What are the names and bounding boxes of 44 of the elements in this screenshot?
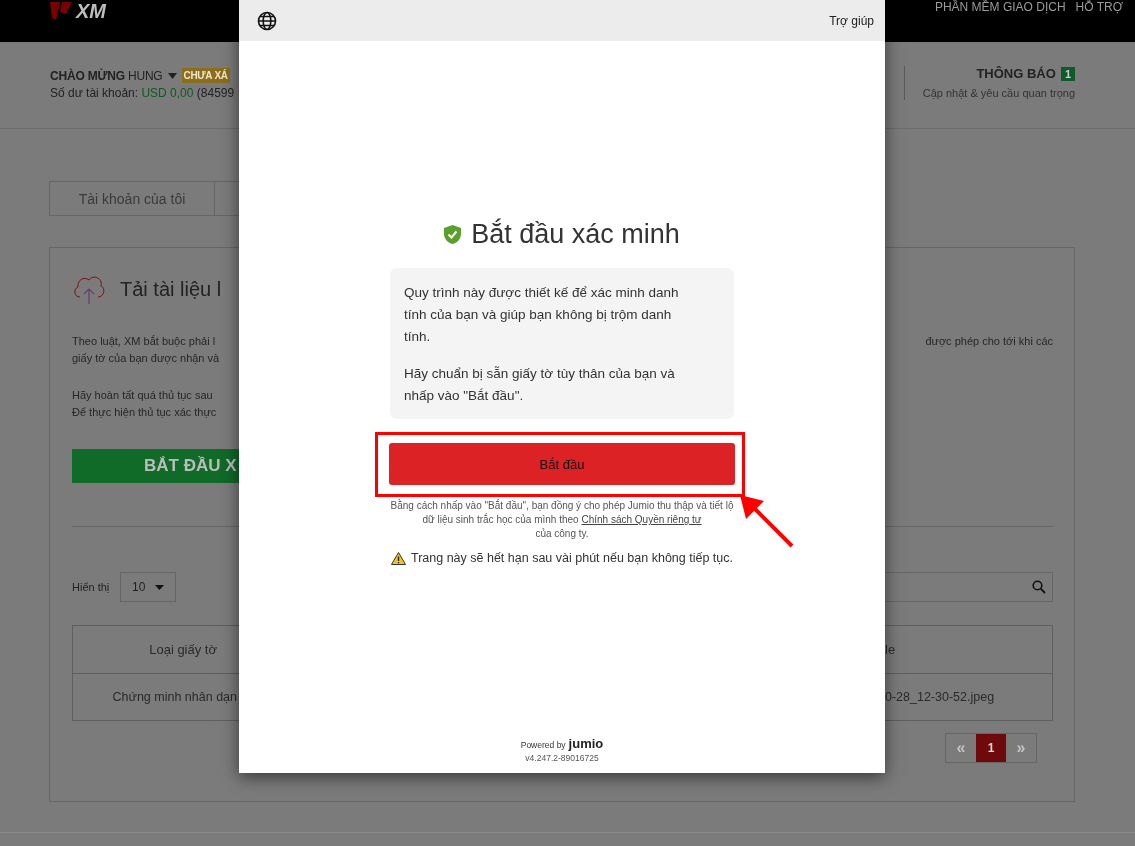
status-badge: CHƯA XÁ <box>181 68 230 83</box>
column-header: Loại giấy tờ <box>148 641 218 659</box>
caret-icon[interactable] <box>155 584 165 590</box>
brand-logo: jumio <box>568 736 604 751</box>
account-balance: Số dư tài khoản: USD 0,00 (84599 <box>50 86 235 100</box>
intro-text: giấy tờ của bạn được nhận và <box>72 351 221 366</box>
info-text: Hãy chuẩn bị sẵn giấy tờ tùy thân của bạn và nhấp vào "Bắt đầu". <box>404 365 676 405</box>
start-button[interactable]: Bắt đầu <box>389 443 735 485</box>
warning-text: Trang này sẽ hết hạn sau vài phút nếu bạn không tiếp tục. <box>411 551 733 565</box>
card-title: Tải tài liệu l <box>120 277 222 301</box>
caret-icon[interactable] <box>167 72 177 79</box>
warning-icon <box>391 551 406 565</box>
consent-text: Bằng cách nhấp vào "Bắt đầu", bạn đồng ý cho phép Jumio thu thập và tiết lộ dữ liệu sinh trắc học của mình theo Chính sách Quyền riêng tư của công ty. <box>389 499 735 541</box>
page-button[interactable]: « <box>946 734 976 762</box>
cloud-upload-icon <box>72 273 106 305</box>
page-button[interactable]: » <box>1006 734 1036 762</box>
pointer-arrow <box>740 495 794 548</box>
column-header: le <box>885 641 897 659</box>
instruction-text: Để thực hiện thủ tục xác thực <box>72 405 218 420</box>
search-icon[interactable] <box>1032 580 1046 594</box>
notifications-title[interactable]: THÔNG BÁO <box>976 66 1056 81</box>
help-link[interactable]: Trợ giúp <box>829 13 874 28</box>
version-text: v4.247.2-89016725 <box>525 753 599 763</box>
nav-link[interactable]: HỖ TRỢ <box>1075 0 1123 14</box>
intro-text: được phép cho tới khi các <box>925 334 1053 349</box>
page-size-select[interactable]: 10 <box>120 572 177 602</box>
search-field[interactable] <box>885 572 1053 602</box>
brand-logo[interactable]: XM <box>76 1 106 21</box>
dialog-title: Bắt đầu xác minh <box>471 219 680 250</box>
shield-check-icon <box>444 225 462 244</box>
instruction-text: Hãy hoàn tất quá thủ tục sau <box>72 388 214 403</box>
globe-icon[interactable] <box>257 10 277 31</box>
powered-by-text: Powered by <box>520 740 566 750</box>
page-button[interactable]: 1 <box>976 734 1006 762</box>
info-text: Quy trình này được thiết kế để xác minh danh tính của bạn và giúp bạn không bị trộm danh tính. <box>404 284 680 346</box>
start-verification-button[interactable]: BẮT ĐẦU X <box>72 449 239 483</box>
show-label: Hiển thị <box>72 581 110 593</box>
tab[interactable]: Tài khoản của tôi <box>49 181 215 216</box>
notification-count: 1 <box>1060 66 1075 81</box>
welcome-text: CHÀO MỪNG HUNG <box>50 68 163 83</box>
notifications-subtitle: Cập nhật & yêu cầu quan trọng <box>922 87 1075 99</box>
nav-link[interactable]: PHẦN MỀM GIAO DỊCH <box>934 0 1066 14</box>
privacy-policy-link[interactable]: Chính sách Quyền riêng tư <box>581 514 702 525</box>
logo-swoosh-icon <box>48 2 74 20</box>
